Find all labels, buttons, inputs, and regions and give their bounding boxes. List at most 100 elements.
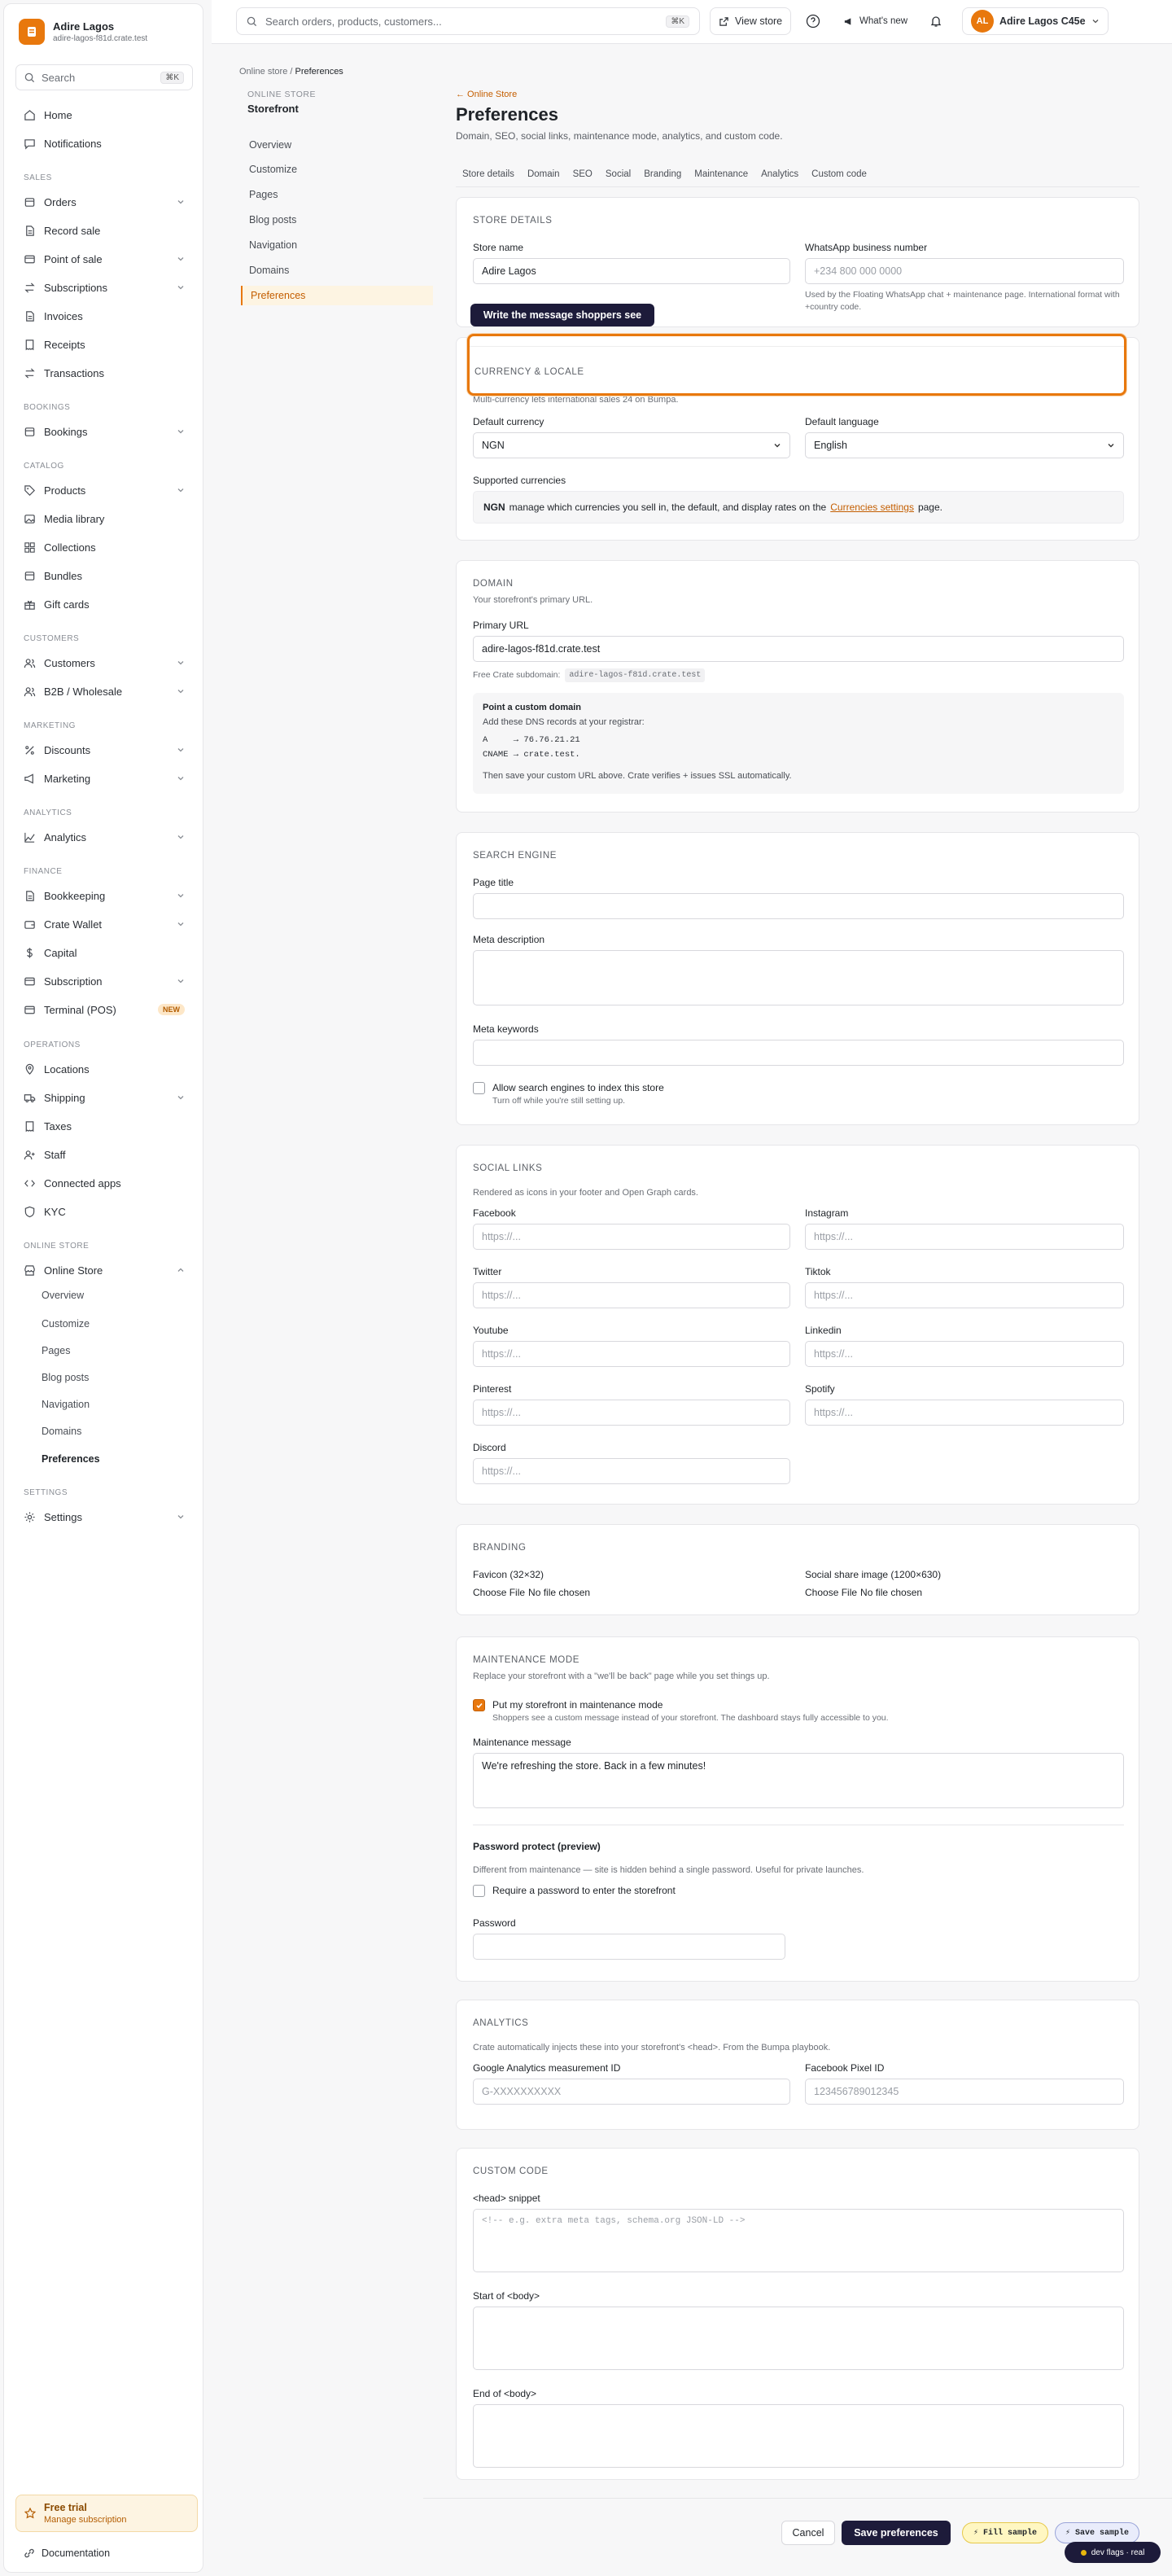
social-input-pinterest[interactable]: https://... bbox=[473, 1400, 790, 1426]
tab-3[interactable]: Social bbox=[599, 166, 637, 186]
social-input-facebook[interactable]: https://... bbox=[473, 1224, 790, 1250]
sidebar-item-transactions[interactable]: Transactions bbox=[15, 362, 193, 383]
storenav-item-5[interactable]: Domains bbox=[241, 261, 433, 280]
sidebar-item-shipping[interactable]: Shipping bbox=[15, 1087, 193, 1108]
tab-0[interactable]: Store details bbox=[456, 166, 521, 186]
sidebar-item-home[interactable]: Home bbox=[15, 104, 193, 125]
index-checkbox[interactable] bbox=[473, 1082, 485, 1094]
sidebar-item-collections[interactable]: Collections bbox=[15, 537, 193, 558]
sidebar-item-kyc[interactable]: KYC bbox=[15, 1201, 193, 1222]
tab-7[interactable]: Custom code bbox=[805, 166, 873, 186]
social-input-tiktok[interactable]: https://... bbox=[805, 1282, 1124, 1308]
storenav-item-3[interactable]: Blog posts bbox=[241, 210, 433, 230]
sidebar-subitem-0[interactable]: Overview bbox=[42, 1286, 84, 1304]
whatsapp-input[interactable]: +234 800 000 0000 bbox=[805, 258, 1124, 284]
sidebar-item-media-library[interactable]: Media library bbox=[15, 508, 193, 529]
sidebar-item-point-of-sale[interactable]: Point of sale bbox=[15, 248, 193, 269]
back-link[interactable]: ← Online Store bbox=[456, 90, 517, 99]
sidebar-item-orders[interactable]: Orders bbox=[15, 191, 193, 212]
sidebar-item-capital[interactable]: Capital bbox=[15, 942, 193, 963]
sidebar-item-taxes[interactable]: Taxes bbox=[15, 1115, 193, 1137]
sidebar-item-subscriptions[interactable]: Subscriptions bbox=[15, 277, 193, 298]
sidebar-subitem-4[interactable]: Navigation bbox=[42, 1395, 90, 1413]
global-search[interactable]: Search orders, products, customers... ⌘K bbox=[236, 7, 700, 35]
sidebar-item-marketing[interactable]: Marketing bbox=[15, 768, 193, 789]
body-start-textarea[interactable] bbox=[473, 2307, 1124, 2370]
social-image-file-input[interactable]: Choose File No file chosen bbox=[805, 1587, 922, 1598]
sidebar-item-locations[interactable]: Locations bbox=[15, 1058, 193, 1080]
dev-flags-pill[interactable]: dev flags · real bbox=[1065, 2542, 1161, 2563]
fb-pixel-input[interactable]: 123456789012345 bbox=[805, 2079, 1124, 2105]
whats-new-button[interactable]: What's new bbox=[835, 7, 916, 35]
sidebar-subitem-3[interactable]: Blog posts bbox=[42, 1369, 89, 1387]
breadcrumb-root[interactable]: Online store bbox=[239, 67, 287, 77]
sidebar-item-bundles[interactable]: Bundles bbox=[15, 565, 193, 586]
social-input-instagram[interactable]: https://... bbox=[805, 1224, 1124, 1250]
fill-sample-button[interactable]: ⚡ Fill sample bbox=[962, 2522, 1048, 2543]
sidebar-item-bookkeeping[interactable]: Bookkeeping bbox=[15, 885, 193, 906]
storenav-item-0[interactable]: Overview bbox=[241, 135, 433, 155]
social-input-twitter[interactable]: https://... bbox=[473, 1282, 790, 1308]
social-input-linkedin[interactable]: https://... bbox=[805, 1341, 1124, 1367]
social-input-spotify[interactable]: https://... bbox=[805, 1400, 1124, 1426]
notifications-button[interactable] bbox=[921, 7, 951, 35]
body-end-textarea[interactable] bbox=[473, 2404, 1124, 2468]
password-input[interactable] bbox=[473, 1934, 785, 1960]
default-language-select[interactable]: English bbox=[805, 432, 1124, 458]
sidebar-subitem-2[interactable]: Pages bbox=[42, 1342, 70, 1360]
account-menu[interactable]: AL Adire Lagos C45e bbox=[962, 7, 1109, 35]
storenav-item-6[interactable]: Preferences bbox=[241, 286, 433, 305]
sidebar-item-online-store[interactable]: Online Store bbox=[15, 1260, 193, 1281]
sidebar-item-connected-apps[interactable]: Connected apps bbox=[15, 1172, 193, 1194]
meta-keywords-input[interactable] bbox=[473, 1040, 1124, 1066]
sidebar-search[interactable]: Search ⌘K bbox=[15, 64, 193, 90]
storenav-item-2[interactable]: Pages bbox=[241, 185, 433, 204]
sidebar-item-customers[interactable]: Customers bbox=[15, 652, 193, 673]
store-name-input[interactable]: Adire Lagos bbox=[473, 258, 790, 284]
head-snippet-textarea[interactable]: <!-- e.g. extra meta tags, schema.org JS… bbox=[473, 2209, 1124, 2272]
sidebar-item-analytics[interactable]: Analytics bbox=[15, 826, 193, 848]
sidebar-item-crate-wallet[interactable]: Crate Wallet bbox=[15, 913, 193, 935]
primary-url-input[interactable]: adire-lagos-f81d.crate.test bbox=[473, 636, 1124, 662]
save-sample-button[interactable]: ⚡ Save sample bbox=[1055, 2522, 1139, 2543]
default-currency-select[interactable]: NGN bbox=[473, 432, 790, 458]
help-button[interactable] bbox=[798, 7, 829, 35]
favicon-choose[interactable]: Choose File bbox=[473, 1587, 525, 1598]
sidebar-item-record-sale[interactable]: Record sale bbox=[15, 220, 193, 241]
cancel-button[interactable]: Cancel bbox=[781, 2521, 835, 2545]
storenav-item-1[interactable]: Customize bbox=[241, 160, 433, 179]
free-trial-card[interactable]: Free trial Manage subscription bbox=[15, 2495, 198, 2532]
sidebar-subitem-5[interactable]: Domains bbox=[42, 1422, 81, 1440]
sidebar-item-products[interactable]: Products bbox=[15, 480, 193, 501]
social-input-youtube[interactable]: https://... bbox=[473, 1341, 790, 1367]
ga-input[interactable]: G-XXXXXXXXXX bbox=[473, 2079, 790, 2105]
password-checkbox[interactable] bbox=[473, 1885, 485, 1897]
sidebar-item-settings[interactable]: Settings bbox=[15, 1506, 193, 1527]
sidebar-item-b2b-wholesale[interactable]: B2B / Wholesale bbox=[15, 681, 193, 702]
sidebar-item-subscription[interactable]: Subscription bbox=[15, 970, 193, 992]
favicon-file-input[interactable]: Choose File No file chosen bbox=[473, 1587, 590, 1598]
meta-description-textarea[interactable] bbox=[473, 950, 1124, 1005]
sidebar-item-notifications[interactable]: Notifications bbox=[15, 133, 193, 154]
tab-6[interactable]: Analytics bbox=[754, 166, 805, 186]
tab-4[interactable]: Branding bbox=[637, 166, 688, 186]
sidebar-item-terminal-pos[interactable]: Terminal (POS) NEW bbox=[15, 999, 193, 1020]
sidebar-subitem-6[interactable]: Preferences bbox=[42, 1450, 100, 1468]
brand[interactable]: Adire Lagos adire-lagos-f81d.crate.test bbox=[19, 19, 147, 45]
sidebar-item-invoices[interactable]: Invoices bbox=[15, 305, 193, 326]
maintenance-message-textarea[interactable]: We're refreshing the store. Back in a fe… bbox=[473, 1753, 1124, 1808]
maintenance-checkbox[interactable] bbox=[473, 1699, 485, 1711]
sidebar-item-bookings[interactable]: Bookings bbox=[15, 421, 193, 442]
page-title-input[interactable] bbox=[473, 893, 1124, 919]
save-preferences-button[interactable]: Save preferences bbox=[842, 2521, 951, 2545]
sidebar-item-staff[interactable]: Staff bbox=[15, 1144, 193, 1165]
sidebar-item-gift-cards[interactable]: Gift cards bbox=[15, 594, 193, 615]
social-image-choose[interactable]: Choose File bbox=[805, 1587, 857, 1598]
tab-5[interactable]: Maintenance bbox=[688, 166, 754, 186]
documentation-link[interactable]: Documentation bbox=[24, 2548, 110, 2559]
sidebar-subitem-1[interactable]: Customize bbox=[42, 1315, 90, 1333]
social-input-discord[interactable]: https://... bbox=[473, 1458, 790, 1484]
tab-1[interactable]: Domain bbox=[521, 166, 566, 186]
currencies-settings-link[interactable]: Currencies settings bbox=[830, 502, 914, 513]
storenav-item-4[interactable]: Navigation bbox=[241, 235, 433, 255]
